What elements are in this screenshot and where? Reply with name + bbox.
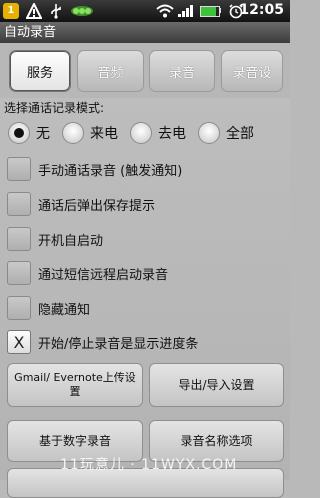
tab-audio[interactable]: 音频 — [77, 50, 144, 92]
radio-incoming[interactable]: 来电 — [62, 121, 118, 145]
option-hide-notification[interactable]: 隐藏通知 — [7, 293, 90, 323]
radio-all[interactable]: 全部 — [198, 121, 254, 145]
tab-recordings[interactable]: 录音 — [149, 50, 215, 92]
option-show-progress[interactable]: X 开始/停止录音是显示进度条 — [7, 327, 198, 357]
battery-icon — [200, 6, 220, 17]
radio-none[interactable]: 无 — [8, 121, 50, 145]
status-bar: 1 12:05 — [0, 0, 290, 22]
notification-badge: 1 — [7, 5, 15, 16]
tab-record-settings[interactable]: 录音设 — [221, 50, 283, 92]
radio-outgoing[interactable]: 去电 — [130, 121, 186, 145]
checkbox-checked: X — [7, 330, 31, 354]
radio-indicator — [8, 122, 30, 144]
signal-icon — [178, 5, 196, 17]
wifi-icon — [156, 3, 174, 19]
tab-strip: 服务 音频 录音 录音设 — [0, 43, 290, 98]
checkbox — [7, 227, 31, 251]
radio-indicator — [130, 122, 152, 144]
mode-label: 选择通话记录模式: — [4, 101, 105, 115]
checkbox — [7, 261, 31, 285]
app-title-bar: 自动录音 — [0, 22, 290, 43]
checkbox — [7, 296, 31, 320]
warning-icon — [25, 1, 43, 19]
watermark: 11玩意儿 · 11WYX.COM — [60, 457, 238, 473]
tab-service[interactable]: 服务 — [9, 50, 71, 92]
checkbox — [7, 192, 31, 216]
option-autostart[interactable]: 开机自启动 — [7, 224, 103, 254]
pea-app-icon — [70, 3, 94, 19]
option-manual-record[interactable]: 手动通话录音 (触发通知) — [7, 154, 182, 184]
app-title: 自动录音 — [4, 25, 57, 40]
checkbox — [7, 157, 31, 181]
radio-indicator — [62, 122, 84, 144]
usb-icon — [48, 3, 64, 19]
option-save-prompt[interactable]: 通话后弹出保存提示 — [7, 189, 155, 219]
check-mark: X — [13, 332, 25, 352]
option-sms-remote[interactable]: 通过短信远程启动录音 — [7, 258, 168, 288]
radio-indicator — [198, 122, 220, 144]
export-import-button[interactable]: 导出/导入设置 — [149, 363, 284, 407]
settings-content: 选择通话记录模式: 无 来电 去电 全部 手动通话录音 (触发通知) 通话后弹出… — [0, 98, 290, 498]
gmail-evernote-upload-button[interactable]: Gmail/ Evernote上传设置 — [7, 363, 143, 407]
app-notification-icon: 1 — [3, 3, 19, 19]
clock: 12:05 — [239, 2, 284, 18]
